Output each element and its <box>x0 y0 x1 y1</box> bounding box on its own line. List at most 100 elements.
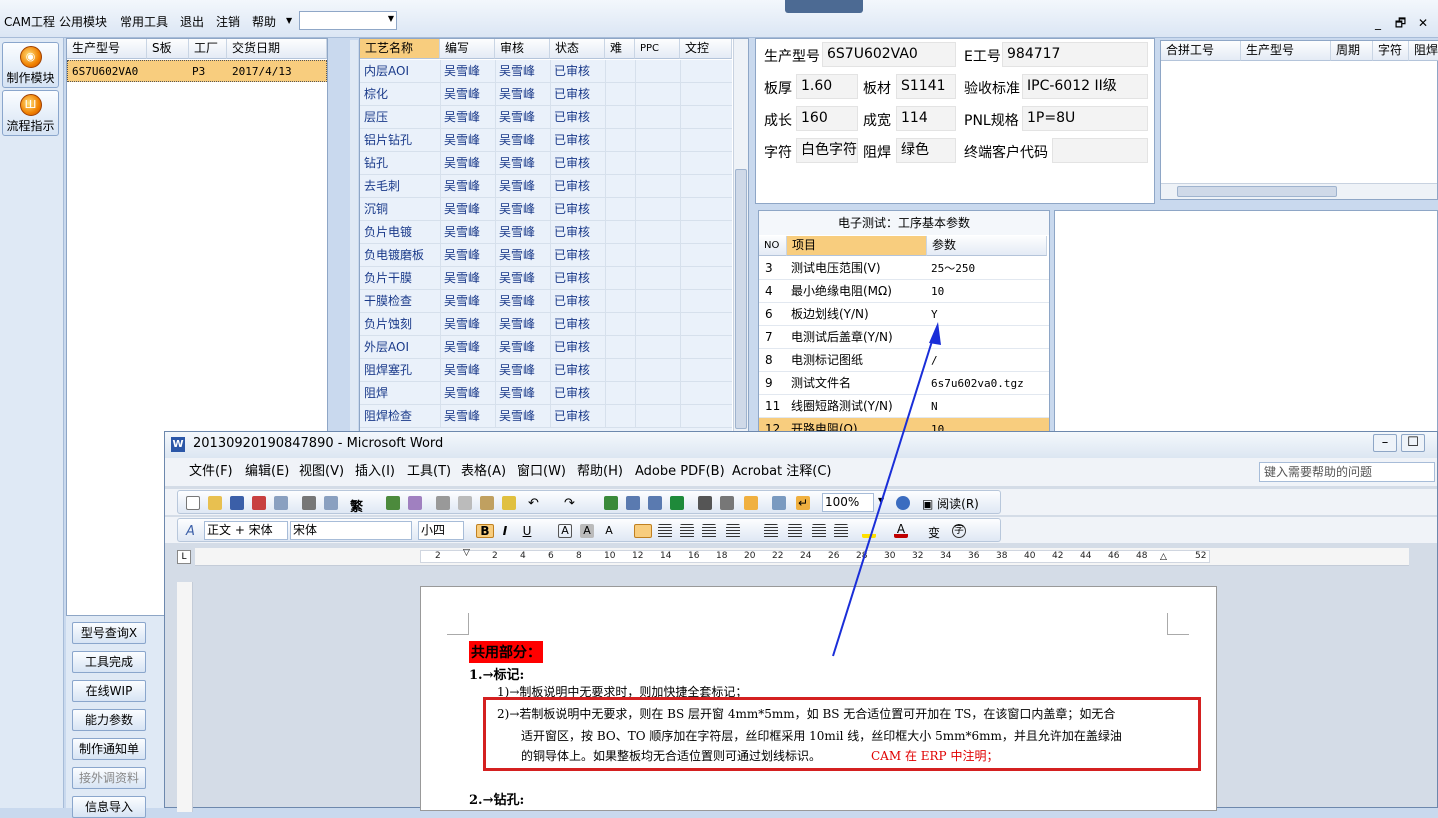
col-header[interactable]: 交货日期 <box>227 39 327 59</box>
table-row[interactable]: 外层AOI 吴雪峰 吴雪峰 已审核 <box>360 336 732 359</box>
col-header[interactable]: NO <box>759 236 787 256</box>
menu-file[interactable]: 文件(F) <box>189 458 233 486</box>
table-row[interactable]: 阻焊塞孔 吴雪峰 吴雪峰 已审核 <box>360 359 732 382</box>
bullets-button[interactable] <box>788 524 802 538</box>
table-row[interactable]: 负片电镀 吴雪峰 吴雪峰 已审核 <box>360 221 732 244</box>
nav-make-module-button[interactable]: ◉ 制作模块 <box>2 42 59 88</box>
table-row[interactable]: 4 最小绝缘电阻(MΩ) 10 <box>759 280 1049 303</box>
table-row[interactable]: 阻焊检查 吴雪峰 吴雪峰 已审核 <box>360 405 732 428</box>
table-row[interactable]: 铝片钻孔 吴雪峰 吴雪峰 已审核 <box>360 129 732 152</box>
thumbnails-icon[interactable] <box>772 496 786 510</box>
model-field[interactable]: 6S7U602VA0 <box>822 42 956 67</box>
menu-adobe-pdf[interactable]: Adobe PDF(B) <box>635 458 725 486</box>
hyperlink-icon[interactable] <box>604 496 618 510</box>
font-select[interactable]: 宋体 <box>290 521 412 540</box>
line-spacing-button[interactable] <box>726 524 740 538</box>
chevron-down-icon[interactable]: ▼ <box>286 16 292 25</box>
paste-icon[interactable] <box>480 496 494 510</box>
excel-icon[interactable] <box>670 496 684 510</box>
maximize-button[interactable]: ☐ <box>1401 434 1425 452</box>
col-header[interactable]: 生产型号 <box>1241 41 1331 61</box>
toolbar-combo[interactable]: ▼ <box>299 11 397 30</box>
col-header[interactable]: 周期 <box>1331 41 1373 61</box>
traditional-icon[interactable]: 繁 <box>350 496 368 515</box>
scrollbar[interactable] <box>733 39 748 431</box>
table-row[interactable]: 6S7U602VA0 P3 2017/4/13 <box>67 60 327 82</box>
menu-edit[interactable]: 编辑(E) <box>245 458 289 486</box>
online-wip-button[interactable]: 在线WIP <box>72 680 146 702</box>
zoom-select[interactable]: 100% <box>822 493 874 512</box>
outdent-button[interactable] <box>812 524 826 538</box>
help-icon[interactable] <box>896 496 910 510</box>
tab-selector[interactable]: L <box>177 550 191 564</box>
col-header[interactable]: 阻焊 <box>1409 41 1438 61</box>
enclose-button[interactable]: 字 <box>952 524 966 538</box>
table-row[interactable]: 6 板边划线(Y/N) Y <box>759 303 1049 326</box>
help-search-input[interactable]: 键入需要帮助的问题 <box>1259 462 1435 482</box>
tables-icon[interactable] <box>626 496 640 510</box>
table-row[interactable]: 沉铜 吴雪峰 吴雪峰 已审核 <box>360 198 732 221</box>
justify-button[interactable] <box>702 524 716 538</box>
table-row[interactable]: 棕化 吴雪峰 吴雪峰 已审核 <box>360 83 732 106</box>
length-field[interactable]: 160 <box>796 106 858 131</box>
spelling-icon[interactable] <box>386 496 400 510</box>
col-header[interactable]: 项目 <box>787 236 927 256</box>
table-row[interactable]: 7 电测试后盖章(Y/N) <box>759 326 1049 349</box>
h-scrollbar[interactable] <box>1161 183 1437 199</box>
undo-icon[interactable]: ↶ <box>528 496 542 511</box>
numbering-button[interactable] <box>764 524 778 538</box>
italic-button[interactable]: I <box>498 524 512 538</box>
table-row[interactable]: 阻焊 吴雪峰 吴雪峰 已审核 <box>360 382 732 405</box>
char-field[interactable]: 白色字符 <box>796 138 858 163</box>
docmap-icon[interactable] <box>744 496 758 510</box>
scrollbar-thumb[interactable] <box>1177 186 1337 197</box>
show-hide-icon[interactable]: ↵ <box>796 496 810 510</box>
minimize-button[interactable]: – <box>1373 434 1397 452</box>
align-center-button[interactable] <box>658 524 672 538</box>
tool-complete-button[interactable]: 工具完成 <box>72 651 146 673</box>
phonetic-button[interactable]: 变 <box>928 524 942 540</box>
col-header[interactable]: 审核 <box>495 39 550 59</box>
save-icon[interactable] <box>230 496 244 510</box>
table-row[interactable]: 9 测试文件名 6s7u602va0.tgz <box>759 372 1049 395</box>
menu-view[interactable]: 视图(V) <box>299 458 344 486</box>
scrollbar-thumb[interactable] <box>735 169 747 429</box>
notice-button[interactable]: 制作通知单 <box>72 738 146 760</box>
col-header[interactable]: 生产型号 <box>67 39 147 59</box>
col-header[interactable]: 工艺名称 <box>360 39 440 59</box>
permission-icon[interactable] <box>252 496 266 510</box>
style-select[interactable]: 正文 + 宋体 <box>204 521 288 540</box>
table-row[interactable]: 去毛刺 吴雪峰 吴雪峰 已审核 <box>360 175 732 198</box>
table-row[interactable]: 内层AOI 吴雪峰 吴雪峰 已审核 <box>360 60 732 83</box>
chevron-down-icon[interactable]: ▼ <box>878 496 892 510</box>
bold-button[interactable]: B <box>476 524 494 538</box>
styles-icon[interactable]: A <box>186 524 200 539</box>
cut-icon[interactable] <box>436 496 450 510</box>
col-header[interactable]: S板 <box>147 39 189 59</box>
new-icon[interactable] <box>186 496 200 510</box>
standard-field[interactable]: IPC-6012 II级 <box>1022 74 1148 99</box>
insert-table-icon[interactable] <box>648 496 662 510</box>
model-query-button[interactable]: 型号查询X <box>72 622 146 644</box>
preview-icon[interactable] <box>324 496 338 510</box>
indent-button[interactable] <box>834 524 848 538</box>
read-button[interactable]: ▣ 阅读(R) <box>922 495 979 512</box>
mask-field[interactable]: 绿色 <box>896 138 956 163</box>
menu-table[interactable]: 表格(A) <box>461 458 506 486</box>
col-header[interactable]: 字符 <box>1373 41 1409 61</box>
thickness-field[interactable]: 1.60 <box>796 74 858 99</box>
capability-button[interactable]: 能力参数 <box>72 709 146 731</box>
splitter[interactable] <box>350 40 358 432</box>
table-row[interactable]: 干膜检查 吴雪峰 吴雪峰 已审核 <box>360 290 732 313</box>
menu-help[interactable]: 帮助 <box>252 13 276 30</box>
customer-field[interactable] <box>1052 138 1148 163</box>
restore-button[interactable]: 🗗 <box>1395 16 1406 30</box>
email-icon[interactable] <box>274 496 288 510</box>
align-right-button[interactable] <box>680 524 694 538</box>
close-button[interactable]: ✕ <box>1418 16 1428 30</box>
col-header[interactable]: 状态 <box>550 39 605 59</box>
import-button[interactable]: 信息导入 <box>72 796 146 818</box>
format-painter-icon[interactable] <box>502 496 516 510</box>
col-header[interactable]: 难 <box>605 39 635 59</box>
document-page[interactable]: 共用部分： 1.→标记: 1)→制板说明中无要求时，则加快捷全套标记； 2)→若… <box>420 586 1217 811</box>
